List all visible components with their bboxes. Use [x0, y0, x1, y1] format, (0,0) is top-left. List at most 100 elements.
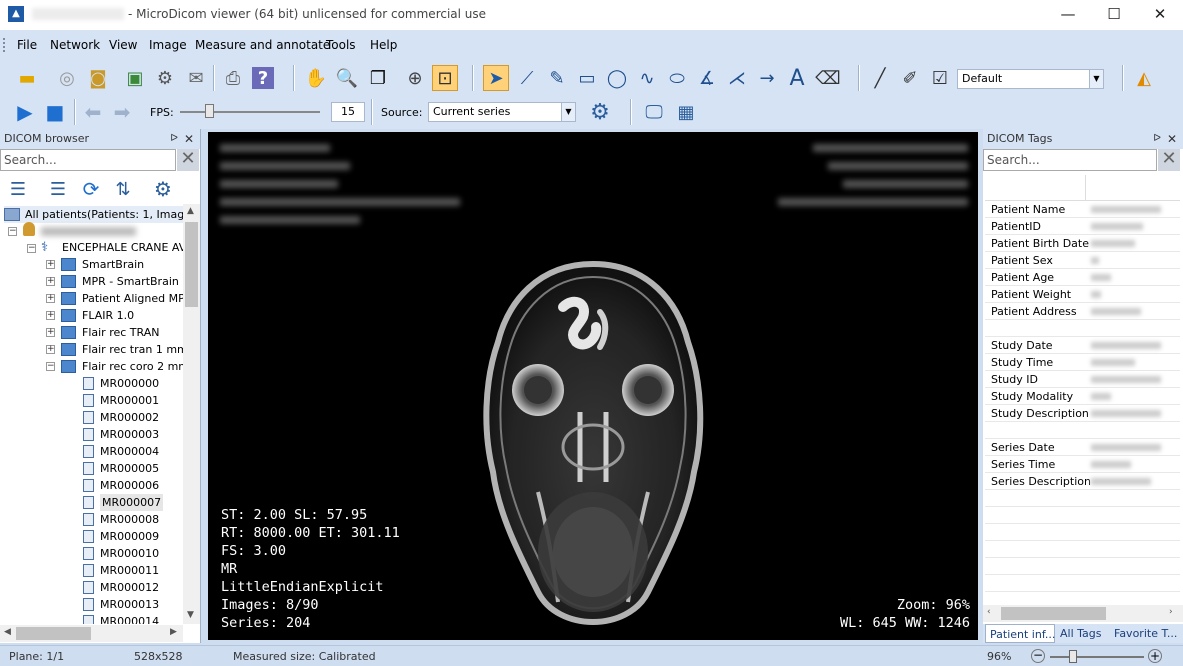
menu-help[interactable]: Help	[370, 38, 397, 52]
actual-size-icon[interactable]: ⊕	[402, 65, 428, 91]
image-item[interactable]: MR000014	[100, 613, 159, 624]
closed-polygon-icon[interactable]: ⬭	[664, 65, 690, 91]
angle-icon[interactable]: ∡	[694, 65, 720, 91]
print-icon[interactable]: ⎙	[220, 65, 246, 91]
tags-search-input[interactable]: Search...	[983, 149, 1157, 171]
pan-hand-icon[interactable]: ✋	[303, 65, 329, 91]
pencil-icon[interactable]: ✎	[544, 65, 570, 91]
flip-icon[interactable]: ◭	[1131, 65, 1157, 91]
zoom-slider-thumb[interactable]	[1069, 650, 1077, 663]
rectangle-icon[interactable]: ▭	[574, 65, 600, 91]
ellipse-icon[interactable]: ◯	[604, 65, 630, 91]
expand-icon[interactable]: +	[46, 345, 55, 354]
zoom-icon[interactable]: 🔍	[334, 65, 360, 91]
minimize-button[interactable]: —	[1045, 0, 1091, 30]
study-tag-row[interactable]: Study Modality	[985, 388, 1180, 405]
tags-hscroll-thumb[interactable]	[1001, 607, 1106, 620]
tab-favorite-tags[interactable]: Favorite T...	[1114, 624, 1177, 643]
patient-tag-row[interactable]: Patient Age	[985, 269, 1180, 286]
menu-file[interactable]: File	[17, 38, 37, 52]
image-item[interactable]: MR000006	[100, 477, 159, 494]
send-email-icon[interactable]: ✉	[183, 65, 209, 91]
image-item[interactable]: MR000001	[100, 392, 159, 409]
patient-tag-row[interactable]: Patient Sex	[985, 252, 1180, 269]
column-divider[interactable]	[1085, 175, 1086, 201]
cobb-angle-icon[interactable]: ⋌	[724, 65, 750, 91]
series-item[interactable]: Flair rec TRAN	[82, 324, 159, 341]
menubar-grip[interactable]	[3, 38, 6, 52]
help-icon[interactable]: ?	[252, 67, 274, 89]
export-video-icon[interactable]: ⚙	[152, 65, 178, 91]
fps-slider-thumb[interactable]	[205, 104, 214, 118]
image-item[interactable]: MR000012	[100, 579, 159, 596]
clear-search-icon[interactable]: ✕	[1158, 149, 1180, 171]
scroll-left-icon[interactable]: ◀	[4, 627, 11, 637]
series-tag-row[interactable]: Series Description	[985, 473, 1180, 490]
dicom-image-canvas[interactable]: ST: 2.00 SL: 57.95 RT: 8000.00 ET: 301.1…	[208, 132, 978, 640]
expand-icon[interactable]: +	[46, 260, 55, 269]
image-item[interactable]: MR000008	[100, 511, 159, 528]
playback-settings-icon[interactable]: ⚙	[587, 99, 613, 125]
series-item[interactable]: SmartBrain	[82, 256, 144, 273]
close-panel-icon[interactable]: ✕	[1167, 129, 1177, 149]
browser-hscroll-thumb[interactable]	[16, 627, 91, 640]
study-tag-row[interactable]: Study Date	[985, 337, 1180, 354]
close-panel-icon[interactable]: ✕	[184, 129, 194, 149]
open-folder-icon[interactable]: ▬	[14, 65, 40, 91]
source-dropdown[interactable]: Current series ▼	[428, 102, 576, 122]
chevron-down-icon[interactable]: ▼	[1089, 70, 1103, 88]
image-item[interactable]: MR000000	[100, 375, 159, 392]
close-button[interactable]: ✕	[1137, 0, 1183, 30]
scroll-left-icon[interactable]: ‹	[987, 607, 991, 617]
patient-tag-row[interactable]: Patient Name	[985, 201, 1180, 218]
menu-network[interactable]: Network	[50, 38, 100, 52]
browser-search-input[interactable]: Search...	[0, 149, 176, 171]
chevron-down-icon[interactable]: ▼	[561, 103, 575, 121]
annotation-settings-icon[interactable]: ☑	[927, 65, 953, 91]
scroll-right-icon[interactable]: ›	[1169, 607, 1173, 617]
play-icon[interactable]: ▶	[12, 99, 38, 125]
menu-image[interactable]: Image	[149, 38, 187, 52]
eraser-icon[interactable]: ⌫	[815, 65, 841, 91]
next-image-icon[interactable]: ➡	[109, 99, 135, 125]
collapse-icon[interactable]: −	[27, 244, 36, 253]
expand-icon[interactable]: +	[46, 328, 55, 337]
menu-measure-annotate[interactable]: Measure and annotate	[195, 38, 330, 52]
app-icon[interactable]: ▲	[8, 6, 24, 22]
expand-icon[interactable]: +	[46, 311, 55, 320]
zoom-in-icon[interactable]: +	[1148, 649, 1162, 663]
maximize-button[interactable]: ☐	[1091, 0, 1137, 30]
select-pointer-icon[interactable]: ➤	[483, 65, 509, 91]
image-item[interactable]: MR000003	[100, 426, 159, 443]
monitor-icon[interactable]: 🖵	[641, 99, 667, 125]
measure-line-icon[interactable]: ⟋	[514, 65, 540, 91]
series-item[interactable]: MPR - SmartBrain	[82, 273, 179, 290]
browser-settings-icon[interactable]: ⚙	[150, 176, 176, 202]
expand-icon[interactable]: +	[46, 294, 55, 303]
study-tag-row[interactable]: Study Description	[985, 405, 1180, 422]
zoom-out-icon[interactable]: −	[1031, 649, 1045, 663]
arrow-annotation-icon[interactable]: →	[754, 65, 780, 91]
fps-slider[interactable]	[180, 111, 320, 113]
series-tag-row[interactable]: Series Time	[985, 456, 1180, 473]
browser-vertical-scrollbar[interactable]: ▲ ▼	[183, 204, 200, 624]
text-annotation-icon[interactable]: A	[784, 65, 810, 91]
expand-icon[interactable]: +	[46, 277, 55, 286]
browser-scroll-thumb[interactable]	[185, 222, 198, 307]
pin-icon[interactable]: ᐅ	[1153, 129, 1161, 149]
image-item[interactable]: MR000007	[100, 494, 164, 511]
image-item[interactable]: MR000005	[100, 460, 159, 477]
patient-tag-row[interactable]: Patient Address	[985, 303, 1180, 320]
zoom-slider[interactable]	[1050, 656, 1144, 658]
series-item[interactable]: Flair rec coro 2 mm	[82, 358, 183, 375]
export-image-icon[interactable]: ▣	[122, 65, 148, 91]
scroll-up-icon[interactable]: ▲	[187, 206, 194, 216]
patient-tag-row[interactable]: PatientID	[985, 218, 1180, 235]
tree-root[interactable]: All patients(Patients: 1, Images	[4, 206, 183, 223]
study-tag-row[interactable]: Study ID	[985, 371, 1180, 388]
scroll-down-icon[interactable]: ▼	[187, 610, 194, 620]
tags-horizontal-scrollbar[interactable]: ‹ ›	[983, 605, 1183, 622]
image-item[interactable]: MR000011	[100, 562, 159, 579]
study-label[interactable]: ENCEPHALE CRANE AVE	[62, 239, 183, 256]
series-item[interactable]: Flair rec tran 1 mm	[82, 341, 183, 358]
